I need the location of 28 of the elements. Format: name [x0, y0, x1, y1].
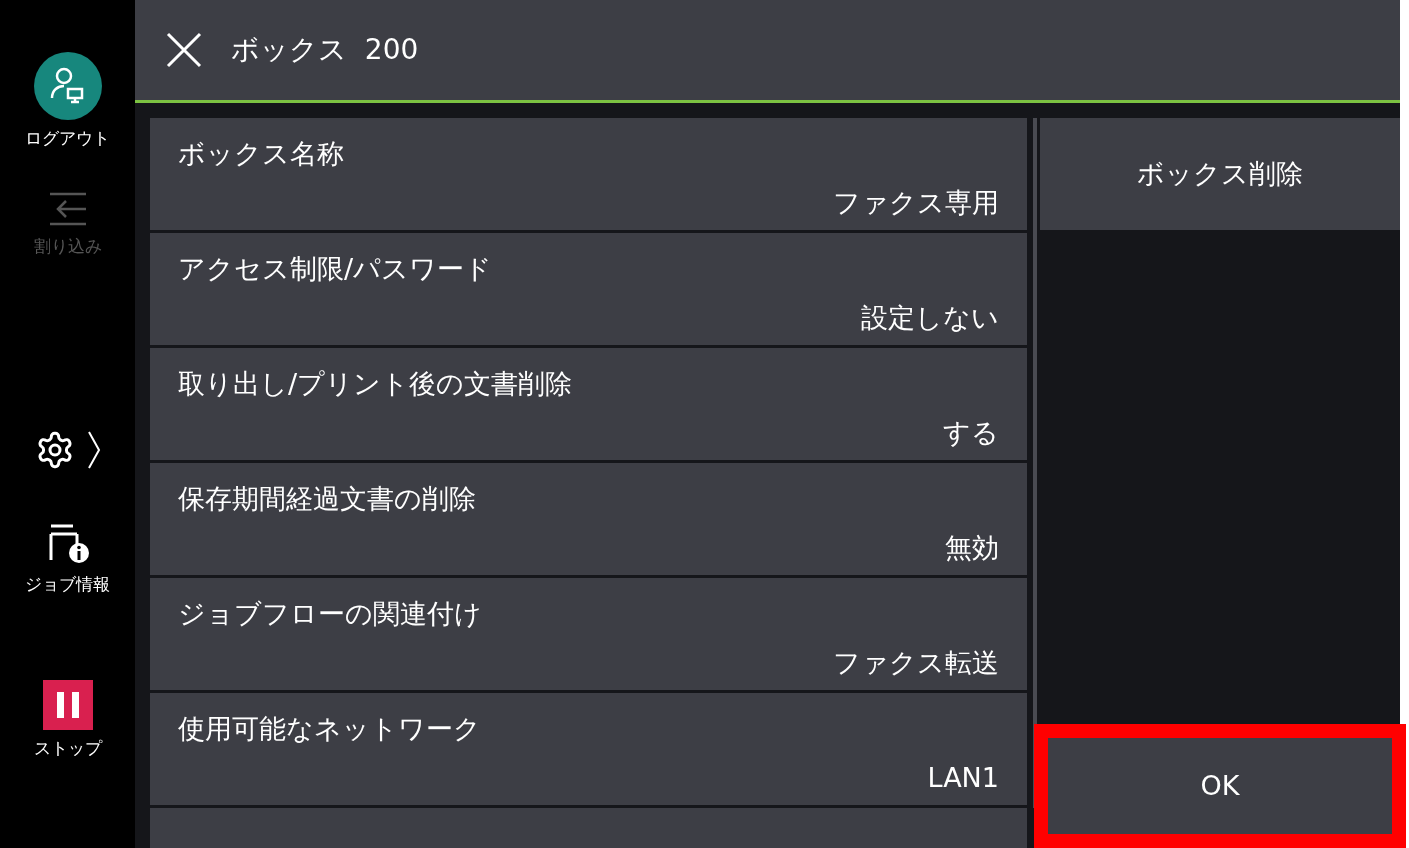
setting-row[interactable]: ジョブフローの関連付け ファクス転送 [150, 578, 1027, 690]
setting-row[interactable]: 保存期間経過文書の削除 無効 [150, 463, 1027, 575]
setting-label: ジョブフローの関連付け [178, 597, 482, 631]
setting-value: ファクス専用 [833, 185, 999, 220]
setting-label: アクセス制限/パスワード [178, 252, 493, 286]
close-icon[interactable] [165, 31, 203, 69]
sidebar-button[interactable]: ストップ [0, 680, 135, 848]
setting-label: 使用可能なネットワーク [178, 712, 481, 746]
delete-box-button[interactable]: ボックス削除 [1040, 118, 1400, 230]
setting-value: LAN1 [927, 760, 999, 795]
ok-button[interactable]: OK [1048, 738, 1392, 834]
setting-label: ボックス名称 [178, 137, 344, 171]
pause-icon [42, 680, 93, 730]
user-icon [33, 52, 102, 120]
setting-label: 保存期間経過文書の削除 [178, 482, 476, 516]
setting-row[interactable]: 使用可能なネットワーク LAN1 [150, 693, 1027, 805]
setting-value: 無効 [945, 530, 999, 565]
sidebar-button[interactable]: ログアウト [0, 0, 135, 190]
header-title: ボックス 200 [231, 32, 419, 68]
setting-row[interactable]: 取り出し/プリント後の文書削除 する [150, 348, 1027, 460]
setting-row[interactable]: アクセス制限/パスワード 設定しない [150, 233, 1027, 345]
sidebar-button[interactable]: ジョブ情報 [0, 520, 135, 680]
setting-value: 設定しない [861, 300, 999, 335]
chevron-right-icon [86, 430, 101, 470]
setting-value: する [943, 415, 999, 450]
setting-value: ファクス転送 [833, 645, 999, 680]
setting-label: 取り出し/プリント後の文書削除 [178, 367, 573, 401]
setting-row[interactable]: ボックス名称 ファクス専用 [150, 118, 1027, 230]
